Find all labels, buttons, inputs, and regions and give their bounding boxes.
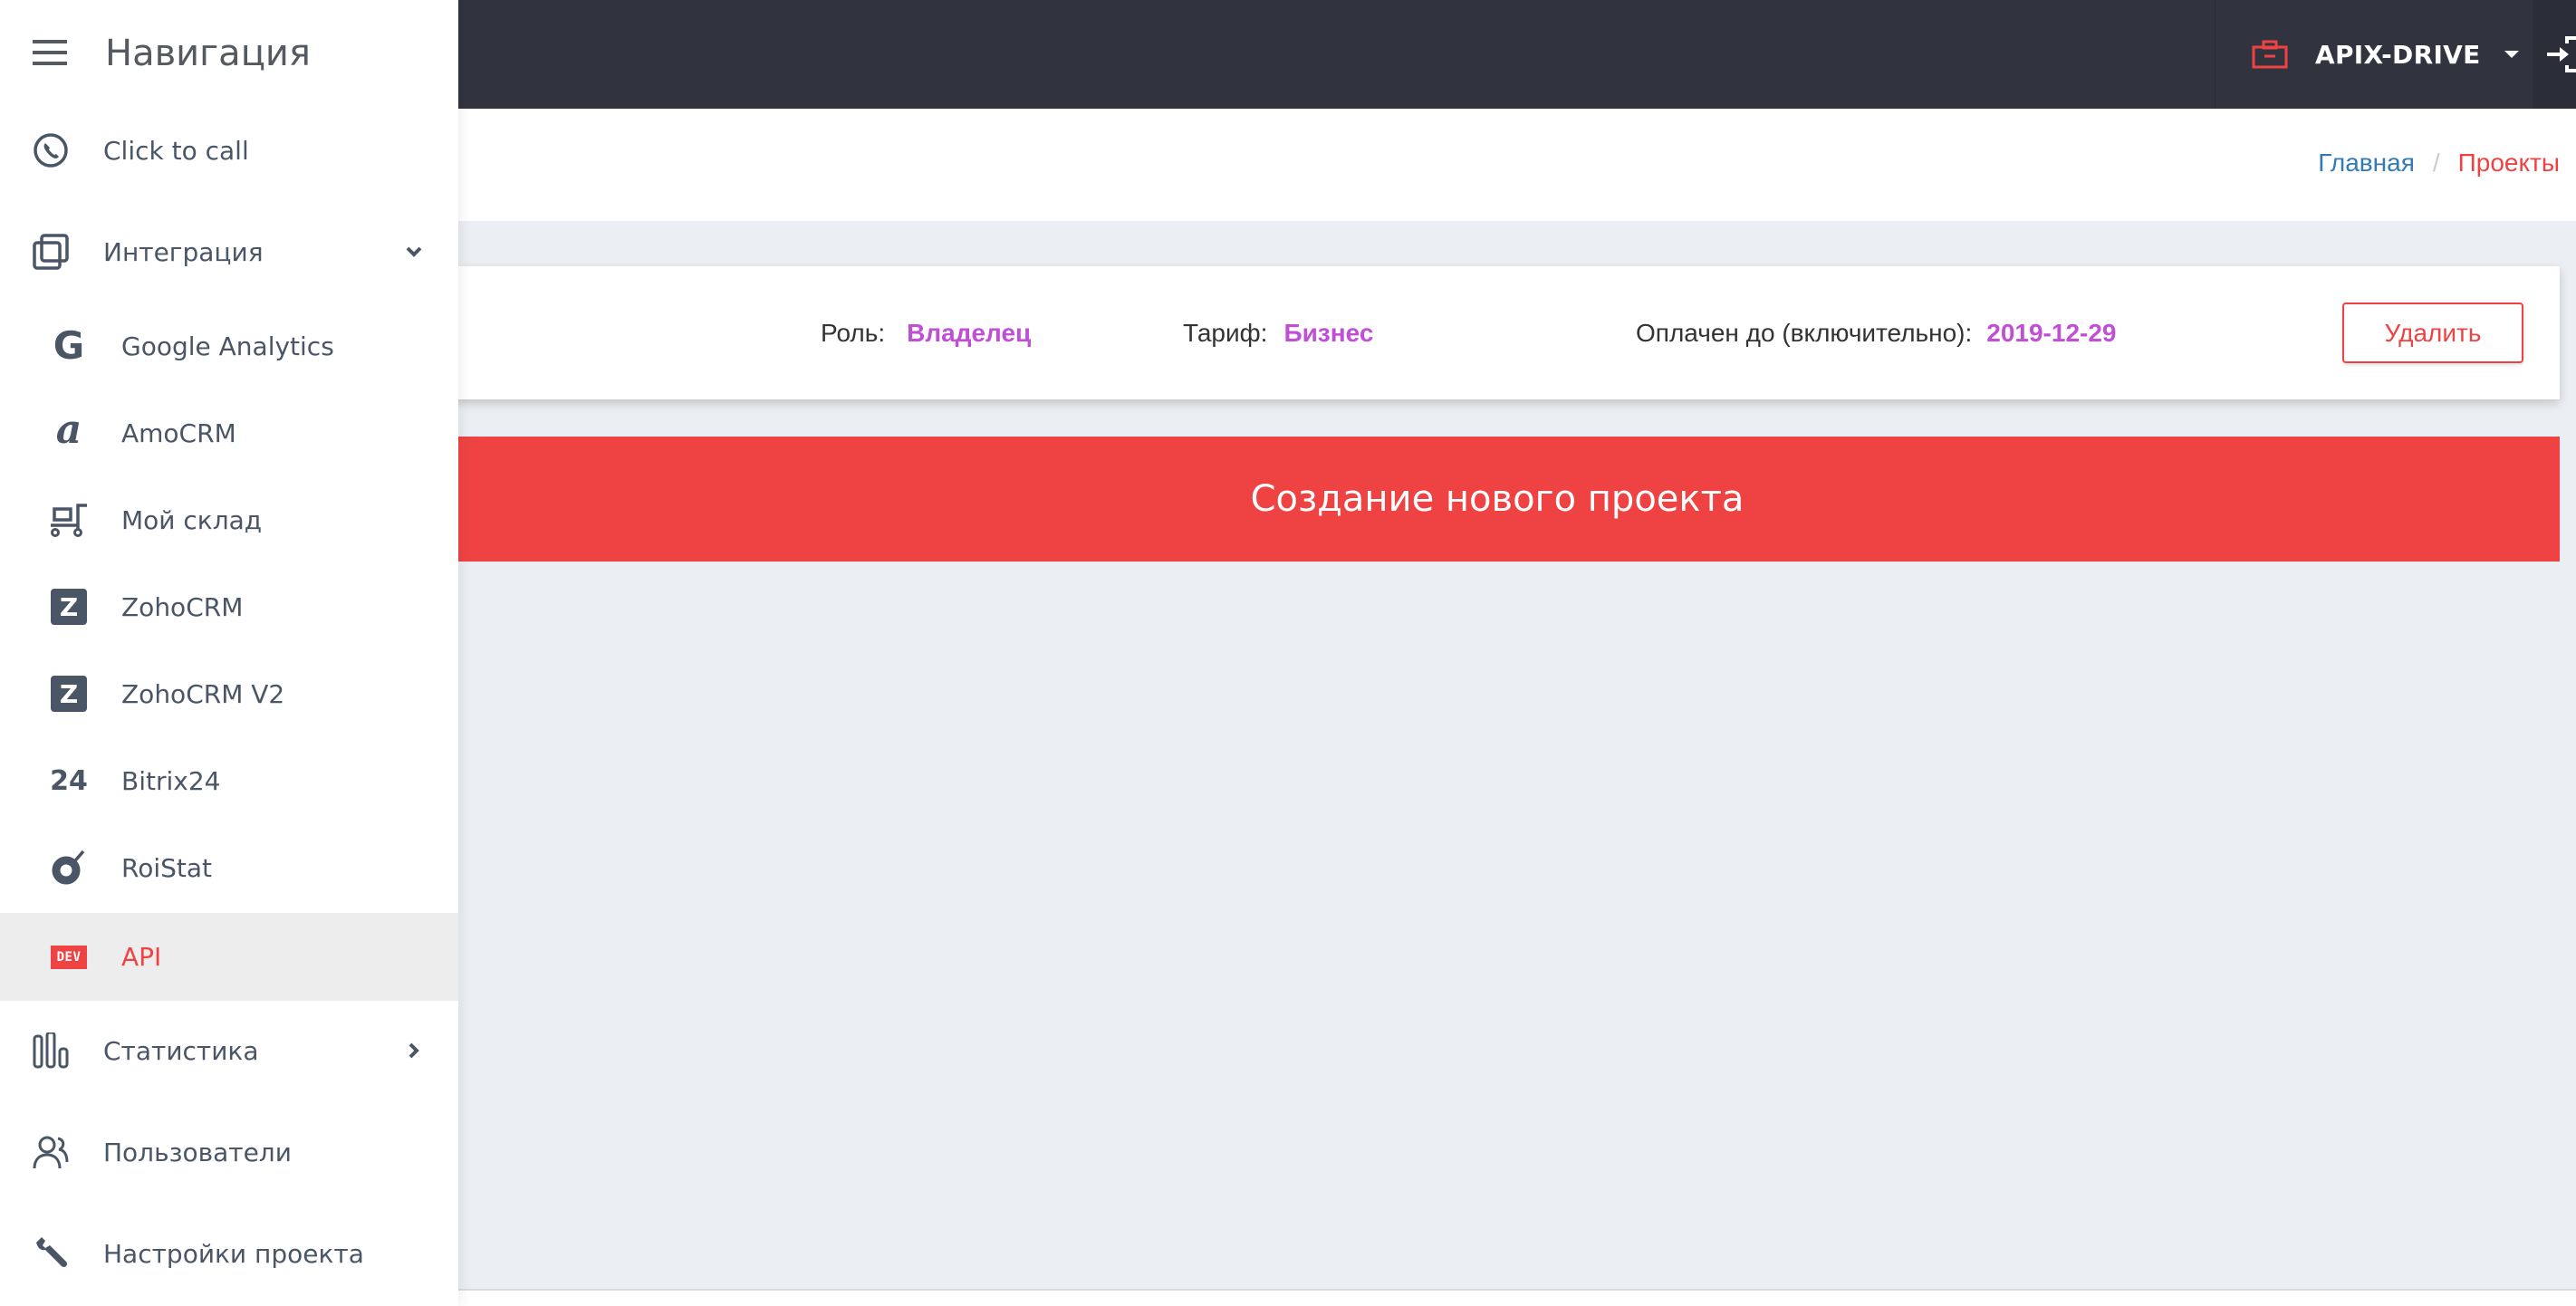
sidebar-item-users[interactable]: Пользователи bbox=[0, 1109, 458, 1196]
sidebar-item-label: ZohoCRM bbox=[121, 591, 244, 622]
sidebar-item-label: API bbox=[121, 942, 162, 972]
project-info-card: Роль: Владелец Тариф: Бизнес Оплачен до … bbox=[435, 266, 2560, 399]
tariff-label: Тариф: bbox=[1183, 318, 1268, 347]
chevron-right-icon bbox=[409, 1042, 419, 1059]
sidebar-item-amocrm[interactable]: a AmoCRM bbox=[0, 389, 458, 476]
menu-icon[interactable] bbox=[33, 40, 67, 67]
sidebar-item-roistat[interactable]: RoiStat bbox=[0, 824, 458, 911]
tariff-field: Тариф: Бизнес bbox=[1183, 266, 1373, 399]
sidebar-item-zohocrm-v2[interactable]: Z ZohoCRM V2 bbox=[0, 650, 458, 737]
chevron-down-icon bbox=[406, 246, 422, 257]
project-switcher[interactable]: APIX-DRIVE bbox=[2215, 0, 2533, 109]
breadcrumb: Главная / Проекты bbox=[2318, 149, 2560, 178]
sidebar-item-label: Мой склад bbox=[121, 504, 263, 535]
role-value: Владелец bbox=[907, 318, 1032, 347]
amocrm-icon: a bbox=[55, 407, 82, 453]
users-icon bbox=[33, 1134, 69, 1170]
moysklad-icon bbox=[51, 502, 87, 538]
role-label: Роль: bbox=[821, 318, 886, 347]
roistat-icon bbox=[51, 850, 87, 886]
logout-button[interactable] bbox=[2533, 0, 2576, 109]
caret-down-icon bbox=[2504, 51, 2519, 58]
sidebar-item-label: ZohoCRM V2 bbox=[121, 678, 285, 709]
sidebar-item-google-analytics[interactable]: G Google Analytics bbox=[0, 302, 458, 389]
role-field: Роль: Владелец bbox=[821, 266, 1031, 399]
sidebar-item-label: Пользователи bbox=[103, 1137, 292, 1167]
create-project-label: Создание нового проекта bbox=[1250, 478, 1745, 520]
sidebar-item-label: Bitrix24 bbox=[121, 765, 221, 796]
sidebar-item-api[interactable]: DEV API bbox=[0, 913, 458, 1001]
google-icon: G bbox=[53, 323, 85, 368]
sidebar-item-label: Google Analytics bbox=[121, 331, 334, 361]
sidebar-title: Навигация bbox=[105, 33, 311, 74]
sidebar-item-label: Настройки проекта bbox=[103, 1238, 364, 1269]
dev-icon: DEV bbox=[51, 939, 87, 975]
sidebar-item-label: Статистика bbox=[103, 1035, 259, 1066]
sidebar-item-statistics[interactable]: Статистика bbox=[0, 1007, 458, 1094]
integration-icon bbox=[33, 234, 69, 270]
delete-project-button[interactable]: Удалить bbox=[2342, 302, 2523, 363]
breadcrumb-separator: / bbox=[2432, 149, 2440, 177]
sidebar-item-label: RoiStat bbox=[121, 852, 212, 883]
sidebar-item-label: Интеграция bbox=[103, 236, 264, 267]
create-project-button[interactable]: Создание нового проекта bbox=[435, 437, 2560, 562]
bitrix24-icon: 24 bbox=[50, 764, 88, 797]
sidebar: Навигация Click to call Интеграция G Goo… bbox=[0, 0, 458, 1306]
breadcrumb-current: Проекты bbox=[2457, 149, 2560, 177]
zoho-icon: Z bbox=[51, 676, 87, 712]
statistics-icon bbox=[33, 1032, 69, 1069]
paid-until-label: Оплачен до (включительно): bbox=[1636, 318, 1973, 347]
sidebar-item-integration[interactable]: Интеграция bbox=[0, 208, 458, 295]
sidebar-item-bitrix24[interactable]: 24 Bitrix24 bbox=[0, 737, 458, 824]
logout-icon bbox=[2547, 36, 2576, 72]
sidebar-item-label: AmoCRM bbox=[121, 418, 236, 448]
sidebar-item-zohocrm[interactable]: Z ZohoCRM bbox=[0, 563, 458, 650]
wrench-icon bbox=[33, 1235, 69, 1272]
sidebar-item-project-settings[interactable]: Настройки проекта bbox=[0, 1210, 458, 1297]
paid-until-value: 2019-12-29 bbox=[1986, 318, 2117, 347]
sidebar-item-moysklad[interactable]: Мой склад bbox=[0, 476, 458, 563]
phone-icon bbox=[33, 132, 69, 168]
breadcrumb-home-link[interactable]: Главная bbox=[2318, 149, 2415, 178]
sidebar-item-click-to-call[interactable]: Click to call bbox=[0, 107, 458, 194]
briefcase-icon bbox=[2252, 40, 2288, 69]
project-name: APIX-DRIVE bbox=[2315, 39, 2481, 70]
zoho-icon: Z bbox=[51, 589, 87, 625]
tariff-value: Бизнес bbox=[1283, 318, 1374, 347]
sidebar-item-label: Click to call bbox=[103, 135, 249, 166]
sidebar-header: Навигация bbox=[0, 0, 458, 109]
paid-until-field: Оплачен до (включительно): 2019-12-29 bbox=[1636, 266, 2117, 399]
